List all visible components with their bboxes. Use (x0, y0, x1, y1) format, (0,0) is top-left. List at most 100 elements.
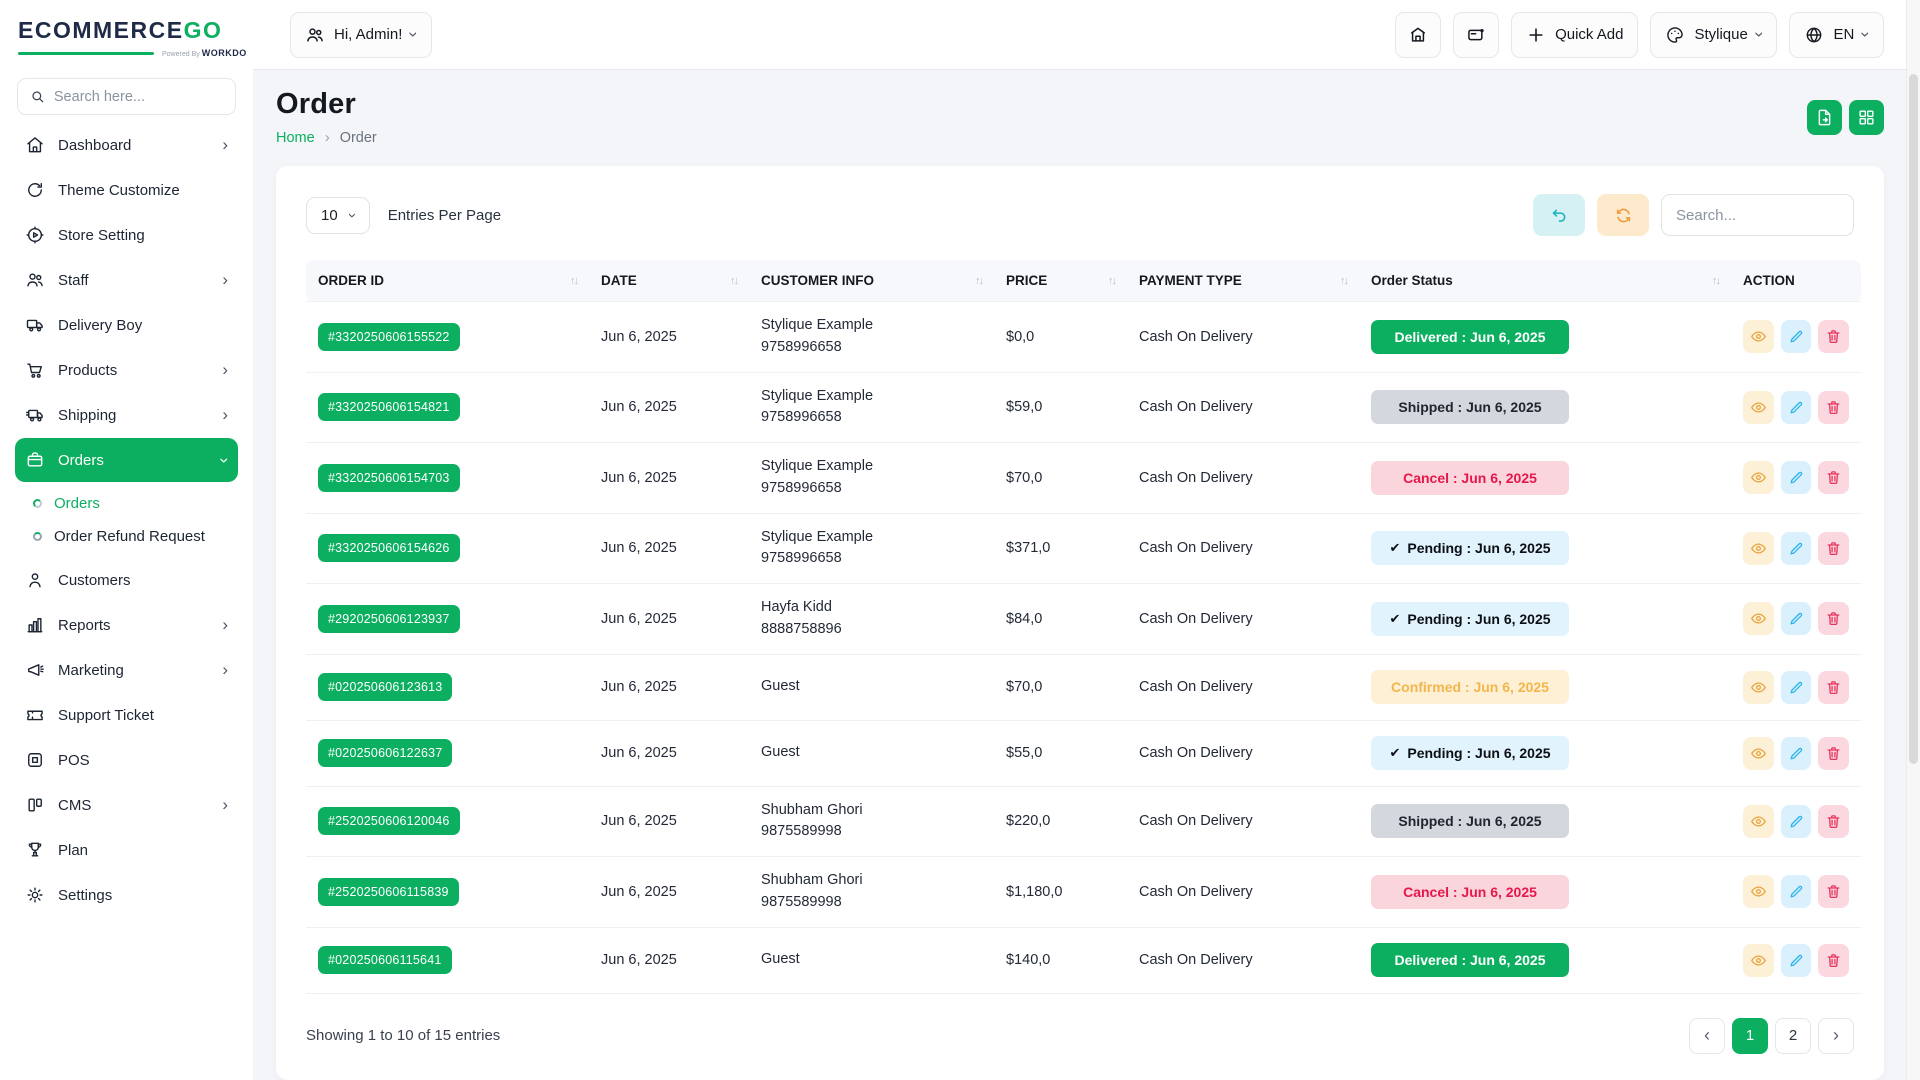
sidebar-item-delivery-boy[interactable]: Delivery Boy (15, 303, 238, 347)
view-order-button[interactable] (1743, 737, 1774, 770)
column-header-customer-info[interactable]: CUSTOMER INFO↑↓ (749, 260, 994, 302)
order-id-badge[interactable]: #2920250606123937 (318, 605, 460, 633)
sidebar-item-products[interactable]: Products › (15, 348, 238, 392)
status-badge[interactable]: ✔Pending : Jun 6, 2025 (1371, 531, 1569, 565)
column-header-date[interactable]: DATE↑↓ (589, 260, 749, 302)
column-header-order-id[interactable]: ORDER ID↑↓ (306, 260, 589, 302)
order-id-badge[interactable]: #3320250606154703 (318, 464, 460, 492)
pagination-page-1[interactable]: 1 (1732, 1018, 1768, 1054)
status-badge[interactable]: Cancel : Jun 6, 2025 (1371, 875, 1569, 909)
order-id-badge[interactable]: #3320250606155522 (318, 323, 460, 351)
status-badge[interactable]: Cancel : Jun 6, 2025 (1371, 461, 1569, 495)
sort-icon[interactable]: ↑↓ (1340, 275, 1347, 287)
order-id-badge[interactable]: #3320250606154821 (318, 393, 460, 421)
sidebar-item-staff[interactable]: Staff › (15, 258, 238, 302)
sort-icon[interactable]: ↑↓ (1108, 275, 1115, 287)
sidebar-item-customers[interactable]: Customers (15, 558, 238, 602)
sidebar-search-input[interactable] (54, 89, 223, 105)
sidebar-item-settings[interactable]: Settings (15, 873, 238, 917)
edit-order-button[interactable] (1781, 875, 1812, 908)
edit-order-button[interactable] (1781, 944, 1812, 977)
sidebar-search[interactable] (17, 78, 236, 115)
sidebar-item-store-setting[interactable]: Store Setting (15, 213, 238, 257)
view-order-button[interactable] (1743, 602, 1774, 635)
status-badge[interactable]: Delivered : Jun 6, 2025 (1371, 943, 1569, 977)
edit-order-button[interactable] (1781, 532, 1812, 565)
sort-icon[interactable]: ↑↓ (1712, 275, 1719, 287)
scrollbar-thumb[interactable] (1909, 74, 1918, 764)
order-id-badge[interactable]: #020250606115641 (318, 946, 452, 974)
sort-icon[interactable]: ↑↓ (975, 275, 982, 287)
view-order-button[interactable] (1743, 944, 1774, 977)
undo-filter-button[interactable] (1533, 194, 1585, 236)
delete-order-button[interactable] (1818, 737, 1849, 770)
edit-order-button[interactable] (1781, 320, 1812, 353)
messages-button[interactable] (1453, 12, 1499, 58)
delete-order-button[interactable] (1818, 391, 1849, 424)
status-badge[interactable]: Shipped : Jun 6, 2025 (1371, 804, 1569, 838)
sidebar-item-shipping[interactable]: Shipping › (15, 393, 238, 437)
edit-order-button[interactable] (1781, 602, 1812, 635)
sidebar-item-marketing[interactable]: Marketing › (15, 648, 238, 692)
delete-order-button[interactable] (1818, 320, 1849, 353)
sidebar-item-support-ticket[interactable]: Support Ticket (15, 693, 238, 737)
delete-order-button[interactable] (1818, 875, 1849, 908)
view-order-button[interactable] (1743, 671, 1774, 704)
language-button[interactable]: EN › (1789, 12, 1884, 58)
profile-menu-button[interactable]: Hi, Admin! › (290, 12, 432, 58)
sort-icon[interactable]: ↑↓ (730, 275, 737, 287)
view-order-button[interactable] (1743, 320, 1774, 353)
pagination-prev-button[interactable]: ‹ (1689, 1018, 1725, 1054)
order-id-badge[interactable]: #020250606122637 (318, 739, 452, 767)
order-id-badge[interactable]: #3320250606154626 (318, 534, 460, 562)
view-order-button[interactable] (1743, 461, 1774, 494)
view-order-button[interactable] (1743, 805, 1774, 838)
view-order-button[interactable] (1743, 391, 1774, 424)
delete-order-button[interactable] (1818, 671, 1849, 704)
status-badge[interactable]: Shipped : Jun 6, 2025 (1371, 390, 1569, 424)
table-search-input[interactable] (1661, 194, 1854, 236)
sidebar-item-cms[interactable]: CMS › (15, 783, 238, 827)
sidebar-item-reports[interactable]: Reports › (15, 603, 238, 647)
edit-order-button[interactable] (1781, 461, 1812, 494)
edit-order-button[interactable] (1781, 805, 1812, 838)
order-id-badge[interactable]: #2520250606115839 (318, 878, 459, 906)
status-badge[interactable]: ✔Pending : Jun 6, 2025 (1371, 602, 1569, 636)
page-scrollbar[interactable] (1906, 0, 1920, 1080)
sidebar-item-dashboard[interactable]: Dashboard › (15, 123, 238, 167)
sidebar-item-plan[interactable]: Plan (15, 828, 238, 872)
status-badge[interactable]: Delivered : Jun 6, 2025 (1371, 320, 1569, 354)
breadcrumb-home-link[interactable]: Home (276, 130, 315, 146)
edit-order-button[interactable] (1781, 671, 1812, 704)
delete-order-button[interactable] (1818, 602, 1849, 635)
sidebar-item-theme-customize[interactable]: Theme Customize (15, 168, 238, 212)
entries-per-page-select[interactable]: 10 › (306, 197, 370, 234)
column-header-order-status[interactable]: Order Status↑↓ (1359, 260, 1731, 302)
storefront-button[interactable] (1395, 12, 1441, 58)
status-badge[interactable]: Confirmed : Jun 6, 2025 (1371, 670, 1569, 704)
quick-add-button[interactable]: Quick Add (1511, 12, 1638, 58)
sidebar-item-orders[interactable]: Orders › (15, 438, 238, 482)
order-id-badge[interactable]: #2520250606120046 (318, 807, 460, 835)
column-header-price[interactable]: PRICE↑↓ (994, 260, 1127, 302)
view-order-button[interactable] (1743, 532, 1774, 565)
sort-icon[interactable]: ↑↓ (570, 275, 577, 287)
edit-order-button[interactable] (1781, 391, 1812, 424)
sidebar-item-pos[interactable]: POS (15, 738, 238, 782)
pagination-page-2[interactable]: 2 (1775, 1018, 1811, 1054)
delete-order-button[interactable] (1818, 944, 1849, 977)
delete-order-button[interactable] (1818, 532, 1849, 565)
delete-order-button[interactable] (1818, 461, 1849, 494)
column-header-payment-type[interactable]: PAYMENT TYPE↑↓ (1127, 260, 1359, 302)
view-order-button[interactable] (1743, 875, 1774, 908)
submenu-item-orders[interactable]: Orders (27, 487, 238, 520)
store-switcher-button[interactable]: Stylique › (1650, 12, 1777, 58)
refresh-button[interactable] (1597, 194, 1649, 236)
submenu-item-order-refund-request[interactable]: Order Refund Request (27, 520, 238, 553)
status-badge[interactable]: ✔Pending : Jun 6, 2025 (1371, 736, 1569, 770)
edit-order-button[interactable] (1781, 737, 1812, 770)
order-id-badge[interactable]: #020250606123613 (318, 673, 452, 701)
delete-order-button[interactable] (1818, 805, 1849, 838)
export-button[interactable] (1807, 100, 1842, 135)
pagination-next-button[interactable]: › (1818, 1018, 1854, 1054)
